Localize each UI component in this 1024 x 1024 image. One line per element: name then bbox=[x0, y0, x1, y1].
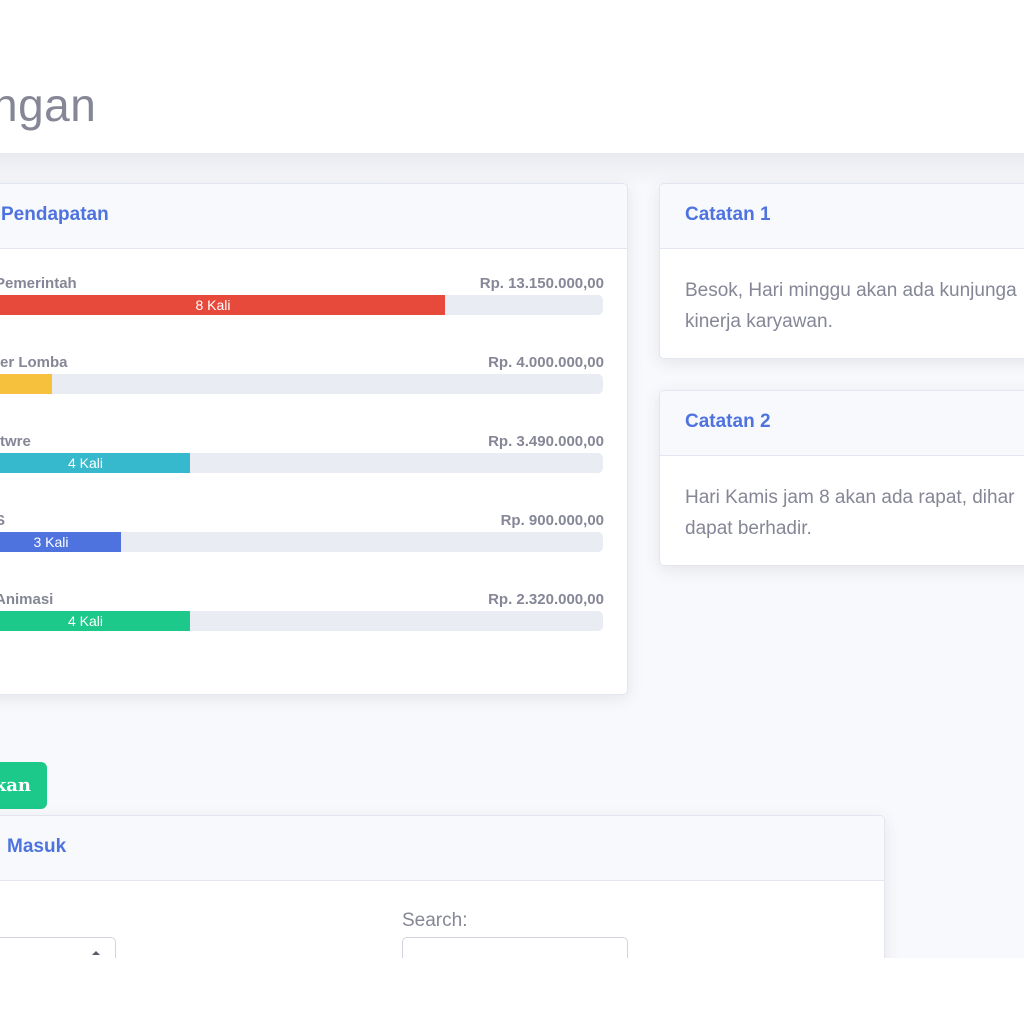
progress-item: Animasi Rp. 2.320.000,00 4 Kali bbox=[0, 591, 627, 651]
note-text-line: dapat berhadir. bbox=[685, 518, 812, 539]
progress-item: ftwre Rp. 3.490.000,00 4 Kali bbox=[0, 433, 627, 493]
progress-track bbox=[0, 374, 603, 394]
progress-bar bbox=[0, 374, 52, 394]
note-card-2: Catatan 2 Hari Kamis jam 8 akan ada rapa… bbox=[659, 390, 1024, 566]
note-card-title: Catatan 1 bbox=[685, 204, 771, 225]
page-header: ngan bbox=[0, 0, 1024, 154]
note-card-header: Catatan 2 bbox=[660, 391, 1024, 456]
progress-label: Animasi bbox=[0, 591, 54, 608]
progress-amount: Rp. 3.490.000,00 bbox=[488, 433, 604, 450]
pendapatan-card: Pendapatan Pemerintah Rp. 13.150.000,00 … bbox=[0, 183, 628, 695]
progress-label: S bbox=[0, 512, 5, 529]
progress-track: 4 Kali bbox=[0, 453, 603, 473]
masuk-card-header: Masuk bbox=[0, 816, 884, 881]
progress-bar: 4 Kali bbox=[0, 453, 190, 473]
search-label: Search: bbox=[402, 910, 468, 931]
progress-item: Pemerintah Rp. 13.150.000,00 8 Kali bbox=[0, 275, 627, 335]
add-button[interactable]: kan bbox=[0, 762, 47, 809]
progress-track: 8 Kali bbox=[0, 295, 603, 315]
note-text-line: Besok, Hari minggu akan ada kunjunga bbox=[685, 280, 1017, 301]
masuk-card: Masuk Search: bbox=[0, 815, 885, 958]
note-text-line: kinerja karyawan. bbox=[685, 311, 833, 332]
note-card-1: Catatan 1 Besok, Hari minggu akan ada ku… bbox=[659, 183, 1024, 359]
masuk-card-title: Masuk bbox=[7, 836, 67, 857]
progress-bar: 3 Kali bbox=[0, 532, 121, 552]
note-text-line: Hari Kamis jam 8 akan ada rapat, dihar bbox=[685, 487, 1015, 508]
progress-amount: Rp. 4.000.000,00 bbox=[488, 354, 604, 371]
note-card-header: Catatan 1 bbox=[660, 184, 1024, 249]
progress-track: 4 Kali bbox=[0, 611, 603, 631]
progress-amount: Rp. 13.150.000,00 bbox=[479, 275, 604, 292]
progress-label: Pemerintah bbox=[0, 275, 77, 292]
progress-bar: 4 Kali bbox=[0, 611, 190, 631]
entries-length-select[interactable] bbox=[0, 937, 116, 958]
progress-track: 3 Kali bbox=[0, 532, 603, 552]
header-shadow bbox=[0, 153, 1024, 187]
pendapatan-card-title: Pendapatan bbox=[1, 204, 109, 225]
note-card-title: Catatan 2 bbox=[685, 411, 771, 432]
progress-item: ter Lomba Rp. 4.000.000,00 bbox=[0, 354, 627, 414]
note-card-body: Hari Kamis jam 8 akan ada rapat, dihar d… bbox=[685, 482, 1024, 544]
select-arrows-icon bbox=[92, 951, 100, 955]
progress-label: ter Lomba bbox=[0, 354, 68, 371]
pendapatan-card-header: Pendapatan bbox=[0, 184, 627, 249]
page-title: ngan bbox=[0, 79, 97, 131]
progress-bar: 8 Kali bbox=[0, 295, 445, 315]
progress-amount: Rp. 900.000,00 bbox=[500, 512, 604, 529]
progress-label: ftwre bbox=[0, 433, 31, 450]
note-card-body: Besok, Hari minggu akan ada kunjunga kin… bbox=[685, 275, 1024, 337]
dashboard-viewport: ngan Pendapatan Pemerintah Rp. 13.150.00… bbox=[0, 0, 1024, 958]
progress-amount: Rp. 2.320.000,00 bbox=[488, 591, 604, 608]
search-input[interactable] bbox=[402, 937, 628, 958]
progress-item: S Rp. 900.000,00 3 Kali bbox=[0, 512, 627, 572]
